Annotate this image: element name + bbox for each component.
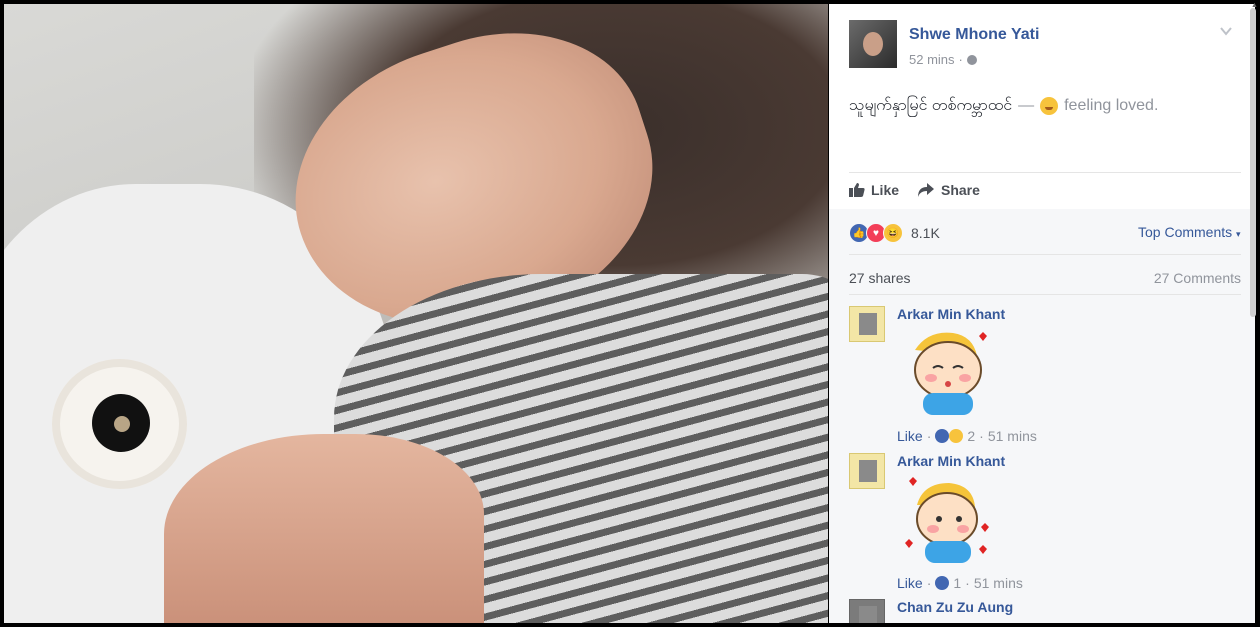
photo-arm [164,434,484,623]
top-comments-dropdown[interactable]: Top Comments ▾ [1138,224,1241,240]
caret-down-icon: ▾ [1236,229,1241,239]
divider [849,172,1241,173]
sticker-baby-kiss-icon [914,332,987,415]
commenter-avatar[interactable] [849,306,885,342]
comment-footer: Like · 2 · 51 mins [897,428,1037,444]
chevron-down-icon[interactable] [1219,24,1233,38]
post-dash: — [1018,97,1035,114]
comment-footer: Like · 1 · 51 mins [897,575,1023,591]
shares-count[interactable]: 27 shares [849,270,910,286]
scrollbar-thumb[interactable] [1250,8,1256,317]
share-label: Share [941,182,980,198]
author-avatar[interactable] [849,20,897,68]
comment-like-link[interactable]: Like [897,575,923,591]
like-label: Like [871,182,900,198]
share-button[interactable]: Share [917,182,980,198]
thumbs-up-icon [849,183,865,197]
share-arrow-icon [918,183,934,197]
like-reaction-icon [935,429,950,443]
footer-separator: · [926,428,932,444]
footer-separator: · [926,575,932,591]
post-time[interactable]: 52 mins [909,52,955,67]
commenter-avatar[interactable] [849,599,885,623]
commenter-name[interactable]: Arkar Min Khant [897,306,1005,322]
footer-separator: · [965,575,970,591]
like-button[interactable]: Like [849,182,899,198]
footer-separator: · [979,428,984,444]
top-comments-label: Top Comments [1138,224,1233,240]
comment-item: Arkar Min Khant Like · 2 · 51 mins [849,306,1249,446]
comment-reaction-count[interactable]: 1 [953,575,961,591]
globe-icon [966,54,977,65]
post-meta: 52 mins · [909,52,977,67]
sticker-baby-hearts-icon [905,477,989,563]
post-sidebar: Shwe Mhone Yati 52 mins · သူမျက်နှာမြင် … [829,4,1255,623]
post-feeling: feeling loved. [1064,97,1159,114]
reaction-icons[interactable]: 👍 ♥ 😆 [849,223,903,243]
photo-flower-brooch [52,359,187,489]
commenter-name[interactable]: Arkar Min Khant [897,453,1005,469]
comment-time[interactable]: 51 mins [974,575,1023,591]
post-text: သူမျက်နှာမြင် တစ်ကမ္ဘာထင် — feeling love… [849,94,1158,118]
post-message: သူမျက်နှာမြင် တစ်ကမ္ဘာထင် [849,97,1013,114]
divider [849,254,1241,255]
comment-reaction-count[interactable]: 2 [967,428,975,444]
haha-reaction-icon [949,429,964,443]
comment-like-link[interactable]: Like [897,428,923,444]
meta-separator: · [958,52,963,67]
comments-count[interactable]: 27 Comments [1154,270,1241,286]
comment-item: Chan Zu Zu Aung [849,599,1249,623]
divider [849,294,1241,295]
like-reaction-icon [935,576,950,590]
post-photo[interactable] [4,4,828,623]
commenter-avatar[interactable] [849,453,885,489]
reaction-count[interactable]: 8.1K [911,225,940,241]
author-name[interactable]: Shwe Mhone Yati [909,26,1039,44]
comment-time[interactable]: 51 mins [988,428,1037,444]
comment-item: Arkar Min Khant Like · 1 · 51 mins [849,453,1249,593]
haha-reaction-icon: 😆 [883,223,903,243]
commenter-name[interactable]: Chan Zu Zu Aung [897,599,1013,615]
smiling-face-icon [1040,97,1059,115]
